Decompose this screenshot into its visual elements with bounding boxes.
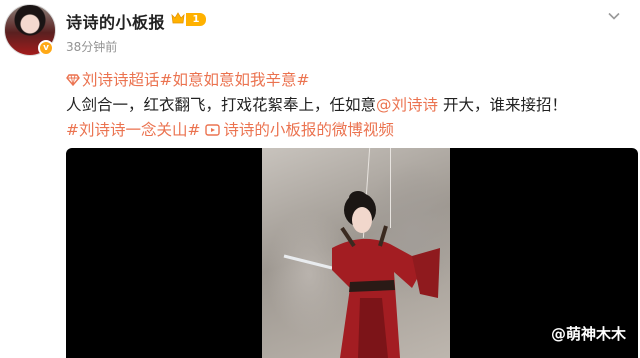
chevron-down-icon	[608, 12, 620, 20]
level-badge: 1	[186, 13, 206, 26]
author-name[interactable]: 诗诗的小板报	[66, 9, 165, 33]
character-figure	[283, 191, 440, 358]
super-topic-link[interactable]: 刘诗诗超话	[66, 71, 160, 89]
mention-link[interactable]: @刘诗诗	[376, 96, 438, 114]
body-line: 人剑合一，红衣翻飞，打戏花絮奉上，任如意@刘诗诗 开大，谁来接招！	[66, 93, 632, 118]
tag-line: #刘诗诗一念关山# 诗诗的小板报的微博视频	[66, 118, 632, 143]
topic-link-yinian[interactable]: #刘诗诗一念关山#	[66, 121, 200, 139]
post-content: 刘诗诗超话#如意如意如我辛意# 人剑合一，红衣翻飞，打戏花絮奉上，任如意@刘诗诗…	[66, 68, 632, 143]
video-link[interactable]: 诗诗的小板报的微博视频	[205, 121, 394, 139]
video-player[interactable]: @萌神木木	[66, 148, 638, 358]
crown-icon	[171, 12, 185, 24]
topic-link-ruyi[interactable]: #如意如意如我辛意#	[160, 71, 310, 89]
super-topic-label: 刘诗诗超话	[82, 71, 160, 89]
body-text-1: 人剑合一，红衣翻飞，打戏花絮奉上，任如意	[66, 96, 377, 114]
post-time: 38分钟前	[66, 40, 118, 54]
diamond-icon	[66, 74, 80, 87]
video-link-label: 诗诗的小板报的微博视频	[223, 121, 394, 139]
video-frame	[262, 148, 450, 358]
watermark: @萌神木木	[550, 325, 626, 343]
body-text-2: 开大，谁来接招！	[438, 96, 567, 114]
video-icon	[205, 124, 221, 136]
topic-line: 刘诗诗超话#如意如意如我辛意#	[66, 68, 632, 93]
verified-badge-icon: v	[38, 40, 54, 56]
more-options-button[interactable]	[604, 6, 624, 26]
